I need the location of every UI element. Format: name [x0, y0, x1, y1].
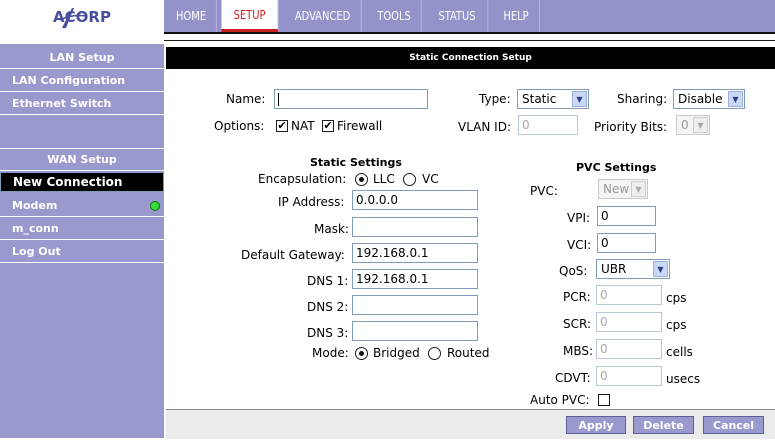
main-form: Name: Type: Static ▼ Sharing: Disable ▼ … — [166, 69, 775, 409]
auto-pvc-checkbox[interactable] — [598, 394, 610, 406]
cdvt-unit: usecs — [666, 372, 701, 386]
sidebar-header-wan-setup: WAN Setup — [0, 149, 164, 171]
mode-bridged-label: Bridged — [373, 346, 420, 360]
ip-address-input[interactable]: 0.0.0.0 — [352, 190, 478, 210]
cdvt-input[interactable]: 0 — [596, 366, 662, 386]
qos-select[interactable]: UBR ▼ — [596, 259, 670, 279]
sidebar: LAN Setup LAN Configuration Ethernet Swi… — [0, 44, 164, 438]
vpi-label: VPI: — [567, 211, 591, 225]
nav-divider — [164, 40, 775, 47]
vlan-id-label: VLAN ID: — [458, 120, 511, 134]
dns2-label: DNS 2: — [307, 300, 349, 314]
nat-checkbox[interactable]: ✔ — [276, 120, 288, 132]
qos-select-value: UBR — [601, 262, 627, 276]
chevron-down-icon: ▼ — [572, 91, 587, 107]
sharing-select-value: Disable — [678, 92, 723, 106]
ip-address-label: IP Address: — [278, 195, 345, 209]
pcr-label: PCR: — [563, 290, 591, 304]
scr-label: SCR: — [563, 317, 592, 331]
type-label: Type: — [479, 92, 511, 106]
mode-routed-radio[interactable] — [428, 347, 441, 360]
chevron-down-icon: ▼ — [728, 91, 743, 107]
tab-tools[interactable]: TOOLS — [367, 0, 422, 32]
pvc-label: PVC: — [530, 184, 558, 198]
sidebar-item-lan-configuration[interactable]: LAN Configuration — [0, 70, 164, 92]
scr-input[interactable]: 0 — [596, 312, 662, 332]
cancel-button[interactable]: Cancel — [703, 416, 764, 434]
sidebar-item-modem-label: Modem — [12, 199, 58, 212]
pvc-select-value: New — [603, 182, 630, 196]
tab-status[interactable]: STATUS — [427, 0, 489, 32]
scr-unit: cps — [666, 318, 687, 332]
pcr-input[interactable]: 0 — [596, 285, 662, 305]
static-settings-title: Static Settings — [310, 156, 402, 169]
mode-routed-label: Routed — [447, 346, 490, 360]
auto-pvc-label: Auto PVC: — [530, 393, 590, 407]
firewall-checkbox[interactable]: ✔ — [322, 120, 334, 132]
chevron-down-icon: ▼ — [631, 181, 646, 197]
sidebar-item-modem[interactable]: Modem — [0, 195, 164, 217]
firewall-label: Firewall — [337, 119, 383, 133]
type-select[interactable]: Static ▼ — [517, 89, 589, 109]
mbs-label: MBS: — [563, 344, 594, 358]
dns1-input[interactable]: 192.168.0.1 — [352, 269, 478, 289]
encap-llc-radio[interactable] — [355, 173, 368, 186]
vlan-id-input[interactable]: 0 — [518, 115, 578, 135]
logo-text: ACORP — [53, 8, 111, 26]
chevron-down-icon: ▼ — [693, 117, 708, 133]
tab-home[interactable]: HOME — [166, 0, 217, 32]
sidebar-item-new-connection[interactable]: New Connection — [0, 172, 164, 192]
encap-vc-label: VC — [422, 172, 439, 186]
delete-button[interactable]: Delete — [633, 416, 694, 434]
vci-label: VCI: — [567, 238, 592, 252]
default-gateway-input[interactable]: 192.168.0.1 — [352, 243, 478, 263]
pcr-unit: cps — [666, 291, 687, 305]
sidebar-header-lan-setup: LAN Setup — [0, 47, 164, 69]
mask-input[interactable] — [352, 217, 478, 237]
mbs-unit: cells — [666, 345, 693, 359]
sidebar-item-m-conn[interactable]: m_conn — [0, 218, 164, 240]
sidebar-item-ethernet-switch[interactable]: Ethernet Switch — [0, 93, 164, 115]
options-label: Options: — [214, 119, 265, 133]
name-label: Name: — [226, 92, 266, 106]
tab-help[interactable]: HELP — [493, 0, 540, 32]
modem-status-icon — [150, 201, 160, 211]
pvc-select[interactable]: New ▼ — [598, 179, 648, 199]
name-input[interactable] — [274, 89, 428, 109]
qos-label: QoS: — [559, 264, 588, 278]
mask-label: Mask: — [314, 222, 349, 236]
page-title: Static Connection Setup — [166, 47, 775, 69]
dns3-label: DNS 3: — [307, 326, 349, 340]
cdvt-label: CDVT: — [555, 371, 591, 385]
dns2-input[interactable] — [352, 295, 478, 315]
sidebar-item-log-out[interactable]: Log Out — [0, 241, 164, 263]
encapsulation-label: Encapsulation: — [258, 172, 347, 186]
dns1-label: DNS 1: — [307, 274, 349, 288]
encap-llc-label: LLC — [373, 172, 395, 186]
encap-vc-radio[interactable] — [403, 173, 416, 186]
mbs-input[interactable]: 0 — [596, 339, 662, 359]
button-bar: Apply Delete Cancel — [166, 409, 775, 439]
vpi-input[interactable]: 0 — [597, 206, 656, 226]
priority-bits-label: Priority Bits: — [594, 120, 668, 134]
tab-advanced[interactable]: ADVANCED — [284, 0, 362, 32]
tab-setup[interactable]: SETUP — [221, 0, 279, 32]
priority-bits-value: 0 — [681, 118, 689, 132]
apply-button[interactable]: Apply — [566, 416, 626, 434]
sharing-select[interactable]: Disable ▼ — [673, 89, 745, 109]
mode-bridged-radio[interactable] — [355, 347, 368, 360]
priority-bits-select[interactable]: 0 ▼ — [676, 115, 710, 135]
nat-label: NAT — [291, 119, 315, 133]
sidebar-spacer — [0, 116, 164, 149]
mode-label: Mode: — [312, 346, 349, 360]
chevron-down-icon: ▼ — [653, 261, 668, 277]
logo: ACORP — [0, 0, 164, 34]
pvc-settings-title: PVC Settings — [576, 161, 657, 174]
top-nav: HOME SETUP ADVANCED TOOLS STATUS HELP — [164, 0, 775, 34]
dns3-input[interactable] — [352, 321, 478, 341]
sharing-label: Sharing: — [617, 92, 668, 106]
vci-input[interactable]: 0 — [597, 233, 656, 253]
default-gateway-label: Default Gateway: — [241, 248, 345, 262]
type-select-value: Static — [522, 92, 557, 106]
